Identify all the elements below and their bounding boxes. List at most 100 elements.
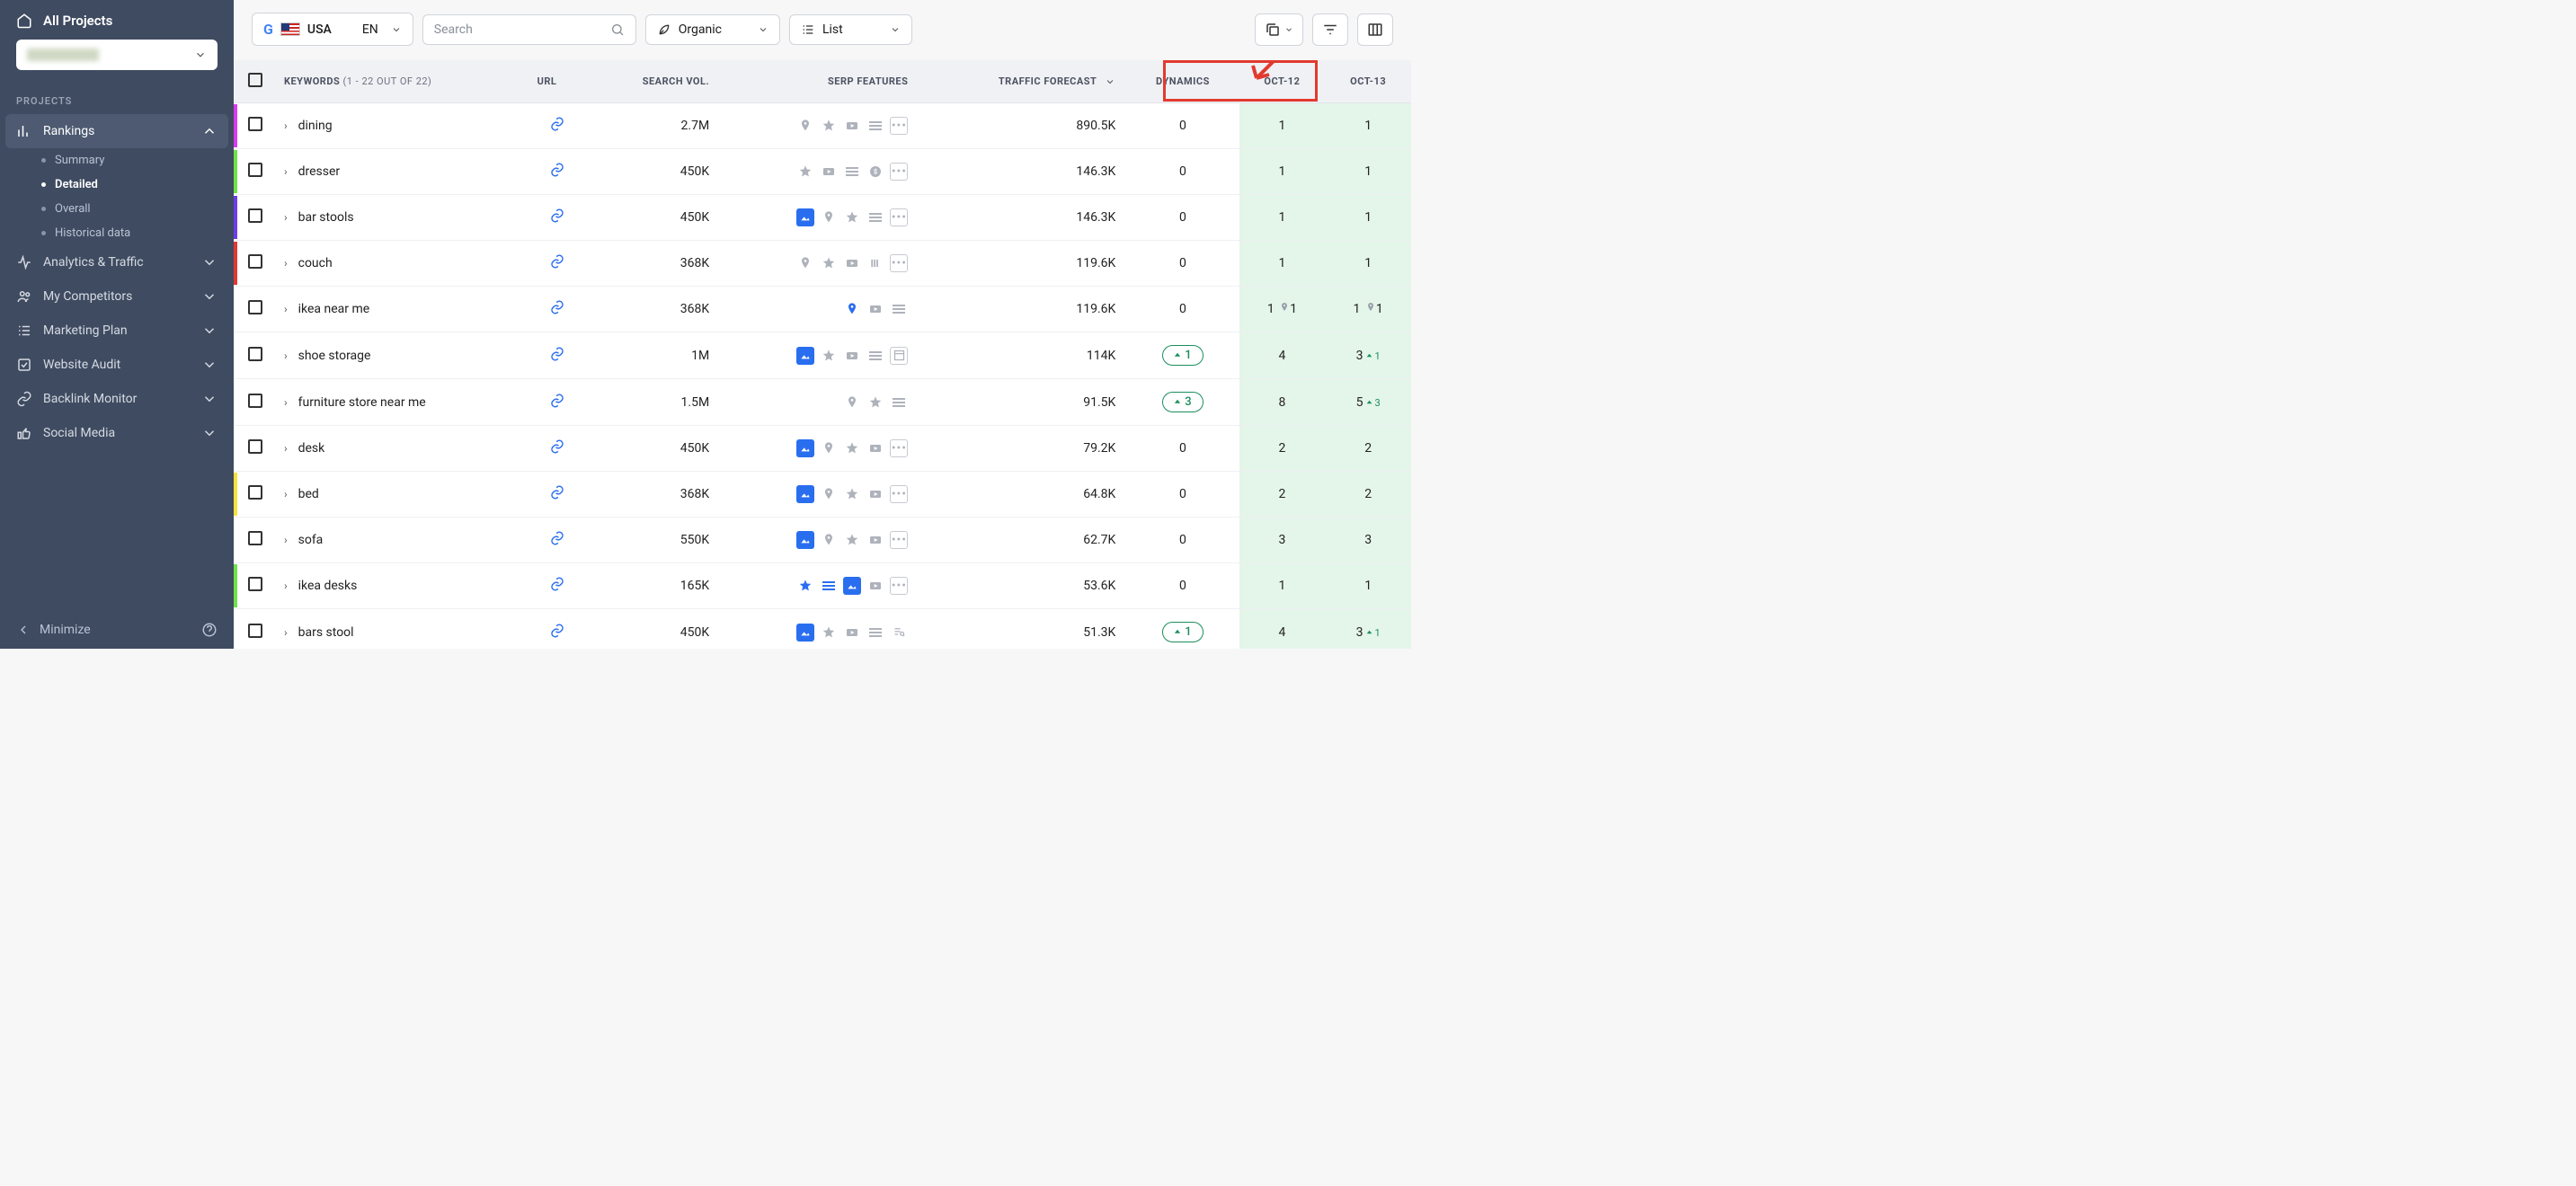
row-checkbox[interactable] <box>248 208 262 223</box>
serp-features: ••• <box>731 485 908 503</box>
col-keywords[interactable]: KEYWORDS (1 - 22 OUT OF 22) <box>273 60 527 103</box>
rank-oct-13: 1 <box>1325 241 1411 287</box>
copy-button[interactable] <box>1255 13 1303 46</box>
row-checkbox[interactable] <box>248 347 262 361</box>
columns-icon <box>1367 22 1383 38</box>
serp-features: ••• <box>731 117 908 135</box>
expand-row[interactable]: › <box>284 442 288 455</box>
url-link[interactable] <box>549 535 565 550</box>
serp-img-icon <box>796 485 814 503</box>
expand-row[interactable]: › <box>284 303 288 315</box>
col-oct-12[interactable]: OCT-12 <box>1239 60 1326 103</box>
chevron-down-icon <box>194 49 207 61</box>
row-checkbox[interactable] <box>248 577 262 591</box>
subnav-summary[interactable]: Summary <box>0 148 234 173</box>
country-selector[interactable]: G USA EN <box>252 13 413 46</box>
url-link[interactable] <box>549 490 565 504</box>
serp-pin-icon <box>820 439 838 457</box>
url-link[interactable] <box>549 398 565 412</box>
traffic-forecast: 79.2K <box>919 426 1126 472</box>
search-input[interactable]: Search <box>422 14 636 45</box>
subnav-overall[interactable]: Overall <box>0 197 234 221</box>
help-icon[interactable] <box>201 622 218 638</box>
keyword-text: shoe storage <box>298 349 371 363</box>
col-oct-13[interactable]: OCT-13 <box>1325 60 1411 103</box>
serp-faq-icon <box>866 208 884 226</box>
serp-star-icon <box>843 208 861 226</box>
nav-website-audit[interactable]: Website Audit <box>0 348 234 382</box>
col-traffic-forecast[interactable]: TRAFFIC FORECAST <box>919 60 1126 103</box>
organic-selector[interactable]: Organic <box>645 14 780 45</box>
view-selector[interactable]: List <box>789 14 912 45</box>
nav-competitors[interactable]: My Competitors <box>0 279 234 314</box>
serp-pin-icon <box>796 117 814 135</box>
expand-row[interactable]: › <box>284 165 288 178</box>
nav-marketing-plan[interactable]: Marketing Plan <box>0 314 234 348</box>
row-checkbox[interactable] <box>248 439 262 454</box>
subnav-detailed[interactable]: Detailed <box>0 173 234 197</box>
expand-row[interactable]: › <box>284 211 288 224</box>
row-checkbox[interactable] <box>248 394 262 408</box>
dynamics-value: 0 <box>1179 302 1186 316</box>
minimize-button[interactable]: Minimize <box>16 623 91 637</box>
serp-features <box>731 624 908 642</box>
traffic-forecast: 53.6K <box>919 563 1126 609</box>
expand-row[interactable]: › <box>284 257 288 270</box>
list-icon <box>801 22 815 37</box>
row-checkbox[interactable] <box>248 254 262 269</box>
nav-rankings[interactable]: Rankings <box>5 114 228 148</box>
expand-row[interactable]: › <box>284 488 288 500</box>
url-link[interactable] <box>549 259 565 273</box>
expand-row[interactable]: › <box>284 396 288 409</box>
expand-row[interactable]: › <box>284 350 288 362</box>
table-row: ›bars stool450K51.3K1431 <box>234 609 1411 650</box>
rank-oct-13: 31 <box>1325 609 1411 650</box>
row-checkbox[interactable] <box>248 485 262 500</box>
nav-social-media[interactable]: Social Media <box>0 416 234 450</box>
project-selector[interactable] <box>16 40 218 70</box>
expand-row[interactable]: › <box>284 119 288 132</box>
table-row: ›furniture store near me1.5M91.5K3853 <box>234 379 1411 426</box>
keywords-table: KEYWORDS (1 - 22 OUT OF 22) URL SEARCH V… <box>234 60 1411 649</box>
expand-row[interactable]: › <box>284 580 288 592</box>
row-checkbox[interactable] <box>248 300 262 314</box>
row-checkbox[interactable] <box>248 531 262 545</box>
serp-faq-icon <box>843 163 861 181</box>
chevron-down-icon <box>758 24 768 35</box>
audit-icon <box>16 357 32 373</box>
table-row: ›couch368K•••119.6K011 <box>234 241 1411 287</box>
row-checkbox[interactable] <box>248 624 262 638</box>
row-checkbox[interactable] <box>248 117 262 131</box>
nav-label: Rankings <box>43 124 94 138</box>
serp-star-icon <box>820 254 838 272</box>
leaf-icon <box>657 22 671 37</box>
nav-backlink-monitor[interactable]: Backlink Monitor <box>0 382 234 416</box>
col-serp[interactable]: SERP FEATURES <box>720 60 919 103</box>
filter-button[interactable] <box>1312 13 1348 46</box>
expand-row[interactable]: › <box>284 626 288 639</box>
search-volume: 450K <box>588 149 720 195</box>
columns-button[interactable] <box>1357 13 1393 46</box>
col-url[interactable]: URL <box>527 60 588 103</box>
subnav-historical[interactable]: Historical data <box>0 221 234 245</box>
all-projects-link[interactable]: All Projects <box>16 13 218 29</box>
col-dynamics[interactable]: DYNAMICS <box>1126 60 1239 103</box>
url-link[interactable] <box>549 444 565 458</box>
table-row: ›dining2.7M•••890.5K011 <box>234 103 1411 149</box>
expand-row[interactable]: › <box>284 534 288 546</box>
row-checkbox[interactable] <box>248 163 262 177</box>
url-link[interactable] <box>549 628 565 642</box>
chevron-up-icon <box>201 123 218 139</box>
url-link[interactable] <box>549 167 565 181</box>
chevron-down-icon <box>890 24 901 35</box>
col-search-vol[interactable]: SEARCH VOL. <box>588 60 720 103</box>
select-all-checkbox[interactable] <box>248 73 262 87</box>
rank-oct-12: 1 1 <box>1239 287 1326 332</box>
url-link[interactable] <box>549 213 565 227</box>
nav-analytics[interactable]: Analytics & Traffic <box>0 245 234 279</box>
url-link[interactable] <box>549 305 565 319</box>
url-link[interactable] <box>549 121 565 136</box>
list-check-icon <box>16 323 32 339</box>
url-link[interactable] <box>549 351 565 366</box>
url-link[interactable] <box>549 581 565 596</box>
